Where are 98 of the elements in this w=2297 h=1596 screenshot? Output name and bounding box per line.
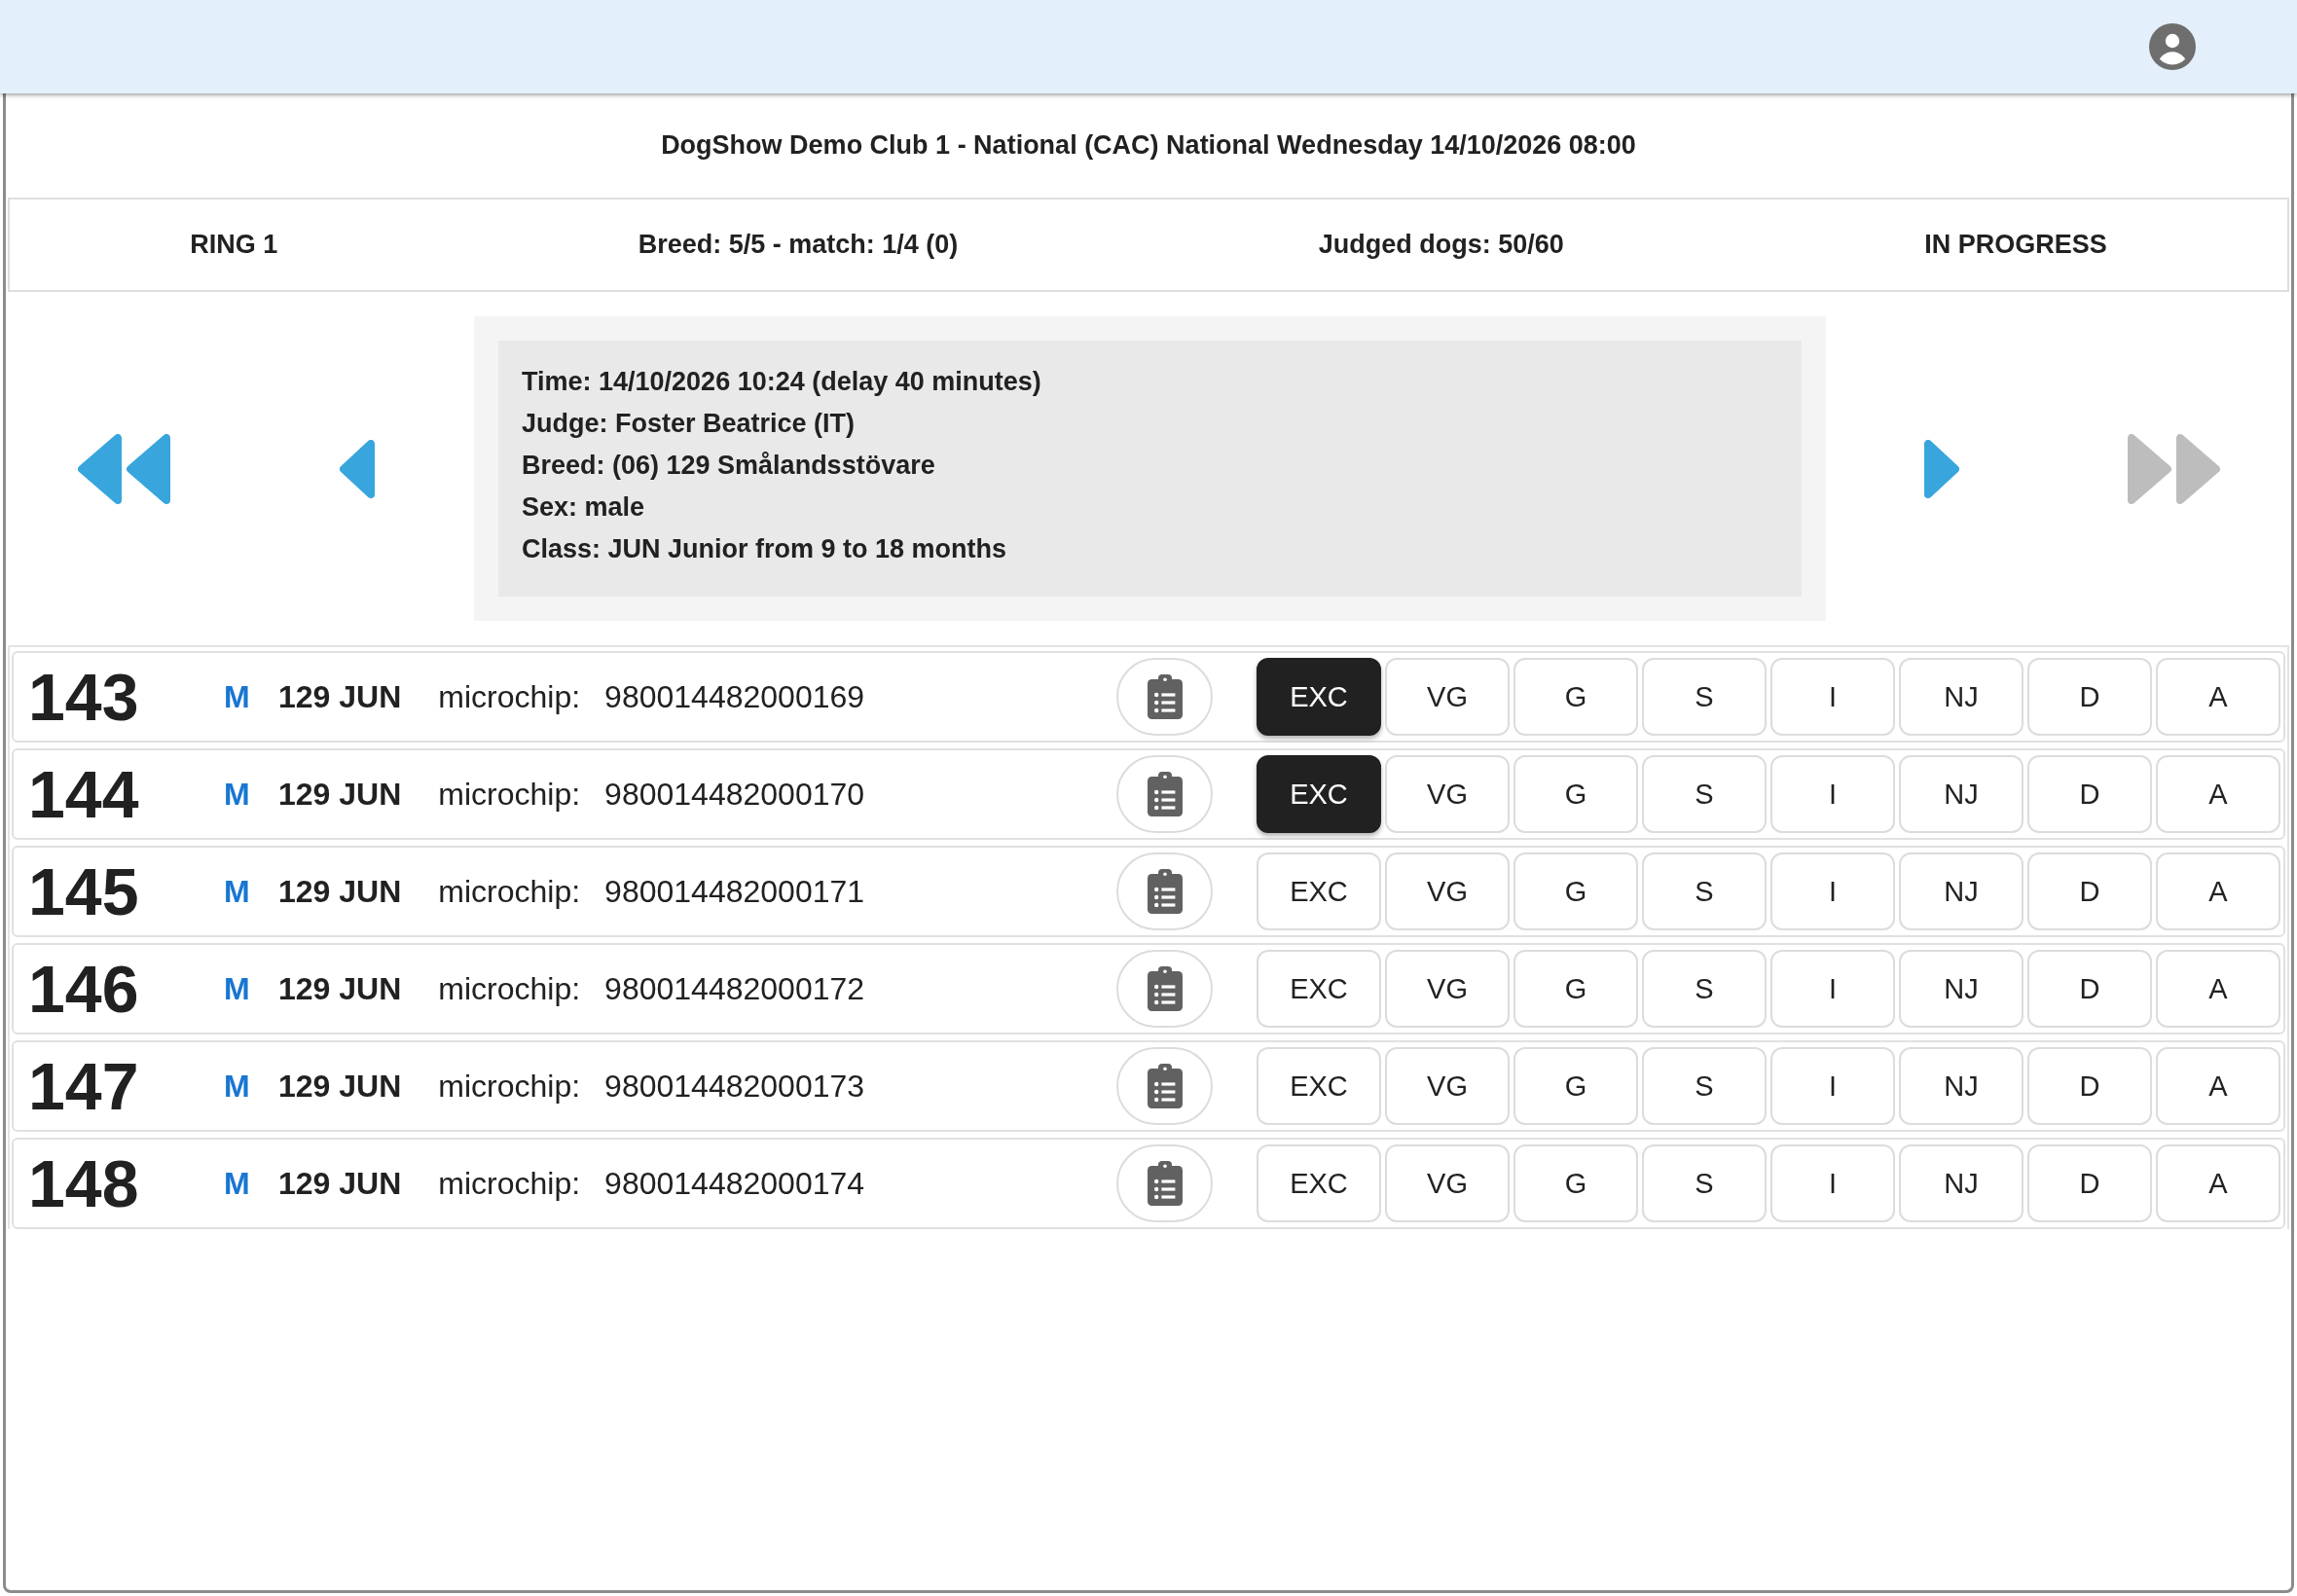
grade-button[interactable]: A [2156,1047,2280,1125]
grade-button[interactable]: S [1642,1047,1767,1125]
breed-class-text: 129 JUN [278,1068,402,1105]
grade-button[interactable]: G [1513,658,1638,736]
sex-label: M [224,970,250,1007]
grade-button[interactable]: NJ [1899,658,2024,736]
grade-button[interactable]: NJ [1899,1047,2024,1125]
grade-button[interactable]: NJ [1899,1144,2024,1222]
sex-label: M [224,873,250,910]
clipboard-list-icon [1147,674,1183,719]
breed-class-text: 129 JUN [278,776,402,813]
microchip-label: microchip: [438,1068,581,1105]
grade-button[interactable]: VG [1385,1047,1510,1125]
grade-button[interactable]: NJ [1899,755,2024,833]
grade-button[interactable]: A [2156,755,2280,833]
clipboard-list-icon [1147,869,1183,914]
microchip-number: 980014482000170 [604,776,865,813]
info-line: Breed: (06) 129 Smålandsstövare [522,450,935,482]
grade-button[interactable]: EXC [1257,755,1381,833]
breed-class-text: 129 JUN [278,678,402,715]
grade-button[interactable]: NJ [1899,852,2024,930]
grade-button[interactable]: I [1770,1047,1895,1125]
microchip-label: microchip: [438,776,581,813]
grade-button[interactable]: EXC [1257,852,1381,930]
info-line: Time: 14/10/2026 10:24 (delay 40 minutes) [522,366,1041,398]
status-text: RING 1 [190,230,278,260]
grade-button[interactable]: NJ [1899,950,2024,1028]
microchip-number: 980014482000173 [604,1068,865,1105]
double-arrow-left-icon[interactable] [78,433,171,504]
microchip-number: 980014482000169 [604,678,865,715]
microchip-label: microchip: [438,1165,581,1202]
info-line: Class: JUN Junior from 9 to 18 months [522,533,1007,565]
grade-button[interactable]: EXC [1257,950,1381,1028]
grade-button[interactable]: I [1770,950,1895,1028]
microchip-label: microchip: [438,873,581,910]
microchip-number: 980014482000174 [604,1165,865,1202]
clipboard-list-icon [1147,1064,1183,1108]
grade-button[interactable]: S [1642,755,1767,833]
grade-button[interactable]: I [1770,1144,1895,1222]
catalog-number: 147 [28,1053,140,1119]
status-text: Breed: 5/5 - match: 1/4 (0) [638,230,959,260]
grade-button[interactable]: VG [1385,658,1510,736]
grade-button[interactable]: VG [1385,755,1510,833]
microchip-number: 980014482000171 [604,873,865,910]
grade-button[interactable]: G [1513,950,1638,1028]
grade-button[interactable]: EXC [1257,1047,1381,1125]
arrow-left-icon[interactable] [340,439,376,498]
breed-class-text: 129 JUN [278,1165,402,1202]
grade-button[interactable]: D [2027,852,2152,930]
sex-label: M [224,678,250,715]
status-text: Judged dogs: 50/60 [1318,230,1564,260]
grade-button[interactable]: A [2156,1144,2280,1222]
arrow-right-icon[interactable] [1924,439,1959,498]
sex-label: M [224,1165,250,1202]
grade-button[interactable]: S [1642,950,1767,1028]
grade-button[interactable]: G [1513,1047,1638,1125]
catalog-number: 146 [28,956,140,1022]
grade-button[interactable]: VG [1385,852,1510,930]
info-line: Judge: Foster Beatrice (IT) [522,408,856,440]
info-line: Sex: male [522,491,645,524]
grade-button[interactable]: VG [1385,1144,1510,1222]
grade-button[interactable]: S [1642,658,1767,736]
clipboard-list-icon [1147,772,1183,816]
show-title: DogShow Demo Club 1 - National (CAC) National Wednesday 14/10/2026 08:00 [661,130,1636,161]
sex-label: M [224,1068,250,1105]
grade-button[interactable]: A [2156,852,2280,930]
catalog-number: 143 [28,664,140,730]
grade-button[interactable]: D [2027,1144,2152,1222]
microchip-number: 980014482000172 [604,970,865,1007]
catalog-number: 148 [28,1150,140,1216]
grade-button[interactable]: I [1770,658,1895,736]
grade-button[interactable]: D [2027,755,2152,833]
clipboard-list-icon [1147,966,1183,1011]
user-avatar-icon[interactable] [2149,23,2196,70]
catalog-number: 145 [28,858,140,925]
grade-button[interactable]: EXC [1257,1144,1381,1222]
microchip-label: microchip: [438,970,581,1007]
catalog-number: 144 [28,761,140,827]
grade-button[interactable]: VG [1385,950,1510,1028]
grade-button[interactable]: A [2156,950,2280,1028]
grade-button[interactable]: S [1642,852,1767,930]
grade-button[interactable]: D [2027,950,2152,1028]
microchip-label: microchip: [438,678,581,715]
grade-button[interactable]: G [1513,852,1638,930]
sex-label: M [224,776,250,813]
grade-button[interactable]: G [1513,1144,1638,1222]
grade-button[interactable]: I [1770,852,1895,930]
grade-button[interactable]: G [1513,755,1638,833]
breed-class-text: 129 JUN [278,970,402,1007]
grade-button[interactable]: S [1642,1144,1767,1222]
grade-button[interactable]: A [2156,658,2280,736]
clipboard-list-icon [1147,1161,1183,1206]
status-text: IN PROGRESS [1924,230,2107,260]
grade-button[interactable]: EXC [1257,658,1381,736]
grade-button[interactable]: I [1770,755,1895,833]
grade-button[interactable]: D [2027,658,2152,736]
breed-class-text: 129 JUN [278,873,402,910]
grade-button[interactable]: D [2027,1047,2152,1125]
